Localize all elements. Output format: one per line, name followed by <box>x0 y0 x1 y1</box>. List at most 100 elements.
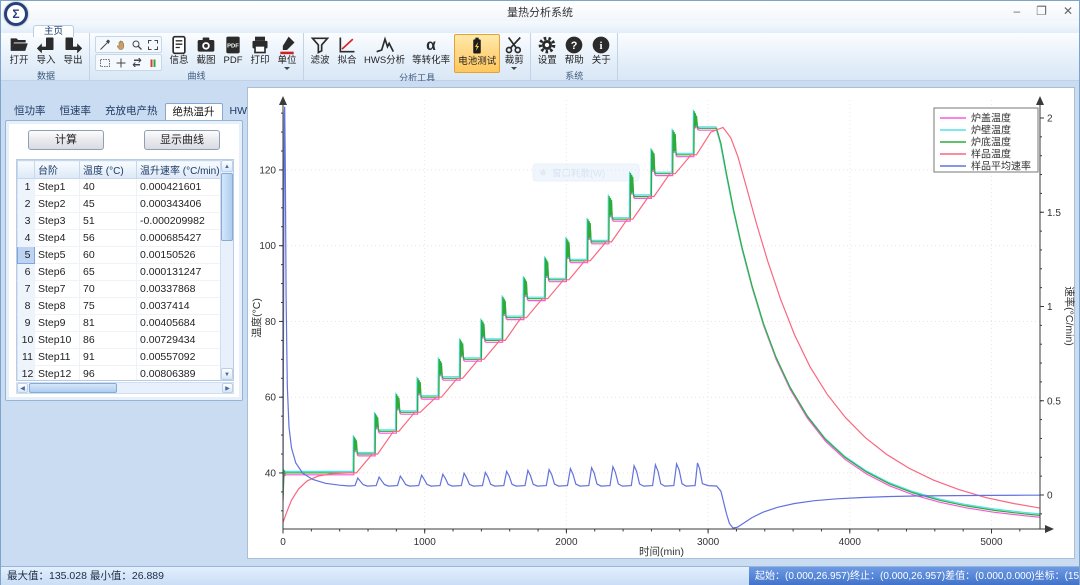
table-cell[interactable]: 0.00150526 <box>137 247 222 264</box>
scroll-left-icon[interactable]: ◀ <box>17 383 28 393</box>
panel-tab[interactable]: 恒速率 <box>53 103 99 120</box>
ribbon-button-export[interactable]: 导出 <box>60 34 86 71</box>
ribbon-button-about[interactable]: i关于 <box>588 34 614 71</box>
column-header[interactable]: 温度 (°C) <box>80 161 137 179</box>
ribbon-button-funnel[interactable]: 滤波 <box>307 34 333 71</box>
tool-swap-arrows[interactable] <box>129 55 144 70</box>
column-header[interactable]: 台阶 <box>35 161 80 179</box>
table-cell[interactable]: 60 <box>80 247 137 264</box>
table-cell[interactable]: 45 <box>80 196 137 213</box>
chart-panel[interactable]: 窗口耗散(W)40608010012000.511.52010002000300… <box>247 87 1075 559</box>
calculate-button[interactable]: 计算 <box>28 130 104 150</box>
table-cell[interactable]: 65 <box>80 264 137 281</box>
table-row[interactable]: 8Step8750.0037414 <box>18 298 222 315</box>
row-number[interactable]: 4 <box>18 230 35 247</box>
chevron-down-icon[interactable] <box>284 67 290 70</box>
table-cell[interactable]: Step3 <box>35 213 80 230</box>
table-cell[interactable]: Step11 <box>35 349 80 366</box>
panel-tab[interactable]: 恒功率 <box>7 103 53 120</box>
table-cell[interactable]: 51 <box>80 213 137 230</box>
scroll-down-icon[interactable]: ▼ <box>221 368 233 380</box>
table-row[interactable]: 9Step9810.00405684 <box>18 315 222 332</box>
column-header[interactable]: 温升速率 (°C/min) <box>137 161 222 179</box>
titlebar[interactable]: Σ 量热分析系统 – ❐ ✕ <box>1 1 1079 21</box>
chart[interactable]: 窗口耗散(W)40608010012000.511.52010002000300… <box>248 88 1076 560</box>
chevron-down-icon[interactable] <box>511 67 517 70</box>
table-cell[interactable]: 0.000343406 <box>137 196 222 213</box>
ribbon-button-pdf[interactable]: PDFPDF <box>220 34 246 71</box>
row-number[interactable]: 2 <box>18 196 35 213</box>
ribbon-button-peak[interactable]: HWS分析 <box>361 34 408 71</box>
hscroll-thumb[interactable] <box>29 383 117 393</box>
table-cell[interactable]: 96 <box>80 366 137 382</box>
table-cell[interactable]: 0.00557092 <box>137 349 222 366</box>
ribbon-button-printer[interactable]: 打印 <box>247 34 273 71</box>
table-cell[interactable]: 0.000685427 <box>137 230 222 247</box>
ribbon-button-alpha[interactable]: α等转化率 <box>409 34 453 71</box>
row-number[interactable]: 3 <box>18 213 35 230</box>
table-cell[interactable]: Step9 <box>35 315 80 332</box>
tool-pen-slope[interactable] <box>97 37 112 52</box>
table-row[interactable]: 11Step11910.00557092 <box>18 349 222 366</box>
table-cell[interactable]: 56 <box>80 230 137 247</box>
ribbon-button-fit-line[interactable]: 拟合 <box>334 34 360 71</box>
ribbon-button-battery[interactable]: 电池测试 <box>454 34 500 73</box>
ribbon-button-import[interactable]: 导入 <box>33 34 59 71</box>
scroll-up-icon[interactable]: ▲ <box>221 160 233 172</box>
table-cell[interactable]: Step12 <box>35 366 80 382</box>
table-cell[interactable]: 0.00337868 <box>137 281 222 298</box>
table-cell[interactable]: Step4 <box>35 230 80 247</box>
table-cell[interactable]: 0.00806389 <box>137 366 222 382</box>
table-cell[interactable]: Step5 <box>35 247 80 264</box>
table-row[interactable]: 10Step10860.00729434 <box>18 332 222 349</box>
table-cell[interactable]: 86 <box>80 332 137 349</box>
table-row[interactable]: 5Step5600.00150526 <box>18 247 222 264</box>
row-number[interactable]: 10 <box>18 332 35 349</box>
ribbon-button-unit-marker[interactable]: 单位 <box>274 34 300 71</box>
ribbon-button-camera[interactable]: 截图 <box>193 34 219 71</box>
table-row[interactable]: 12Step12960.00806389 <box>18 366 222 382</box>
ribbon-button-folder-open[interactable]: 打开 <box>6 34 32 71</box>
table-row[interactable]: 1Step1400.000421601 <box>18 179 222 196</box>
tool-select-rect[interactable] <box>97 55 112 70</box>
ribbon-button-document-info[interactable]: 信息 <box>166 34 192 71</box>
vscroll-thumb[interactable] <box>221 173 233 241</box>
table-cell[interactable]: 0.00729434 <box>137 332 222 349</box>
table-row[interactable]: 3Step351-0.000209982 <box>18 213 222 230</box>
table-row[interactable]: 6Step6650.000131247 <box>18 264 222 281</box>
table-cell[interactable]: Step6 <box>35 264 80 281</box>
table-cell[interactable]: Step1 <box>35 179 80 196</box>
show-curve-button[interactable]: 显示曲线 <box>144 130 220 150</box>
tool-compare-bars[interactable] <box>145 55 160 70</box>
tool-zoom-magnifier[interactable] <box>129 37 144 52</box>
tool-zoom-extents[interactable] <box>145 37 160 52</box>
table-cell[interactable]: 0.00405684 <box>137 315 222 332</box>
table-cell[interactable]: Step2 <box>35 196 80 213</box>
table-cell[interactable]: Step8 <box>35 298 80 315</box>
tool-crosshair[interactable] <box>113 55 128 70</box>
row-number[interactable]: 8 <box>18 298 35 315</box>
table-cell[interactable]: 0.000131247 <box>137 264 222 281</box>
table-cell[interactable]: 75 <box>80 298 137 315</box>
row-number[interactable]: 5 <box>18 247 35 264</box>
row-number[interactable]: 7 <box>18 281 35 298</box>
row-number[interactable]: 1 <box>18 179 35 196</box>
table-cell[interactable]: 40 <box>80 179 137 196</box>
ribbon-button-help[interactable]: ?帮助 <box>561 34 587 71</box>
column-header[interactable] <box>18 161 35 179</box>
table-cell[interactable]: Step7 <box>35 281 80 298</box>
minimize-button[interactable]: – <box>1013 1 1020 21</box>
row-number[interactable]: 11 <box>18 349 35 366</box>
panel-tab[interactable]: 绝热温升 <box>165 103 223 120</box>
table-cell[interactable]: 81 <box>80 315 137 332</box>
vertical-scrollbar[interactable]: ▲ ▼ <box>220 160 233 380</box>
ribbon-button-gear[interactable]: 设置 <box>534 34 560 71</box>
ribbon-button-scissors[interactable]: 裁剪 <box>501 34 527 71</box>
row-number[interactable]: 9 <box>18 315 35 332</box>
maximize-button[interactable]: ❐ <box>1036 1 1047 21</box>
table-cell[interactable]: 91 <box>80 349 137 366</box>
tool-pan-hand[interactable] <box>113 37 128 52</box>
table-cell[interactable]: 70 <box>80 281 137 298</box>
table-cell[interactable]: 0.0037414 <box>137 298 222 315</box>
horizontal-scrollbar[interactable]: ◀ ▶ <box>16 382 234 394</box>
